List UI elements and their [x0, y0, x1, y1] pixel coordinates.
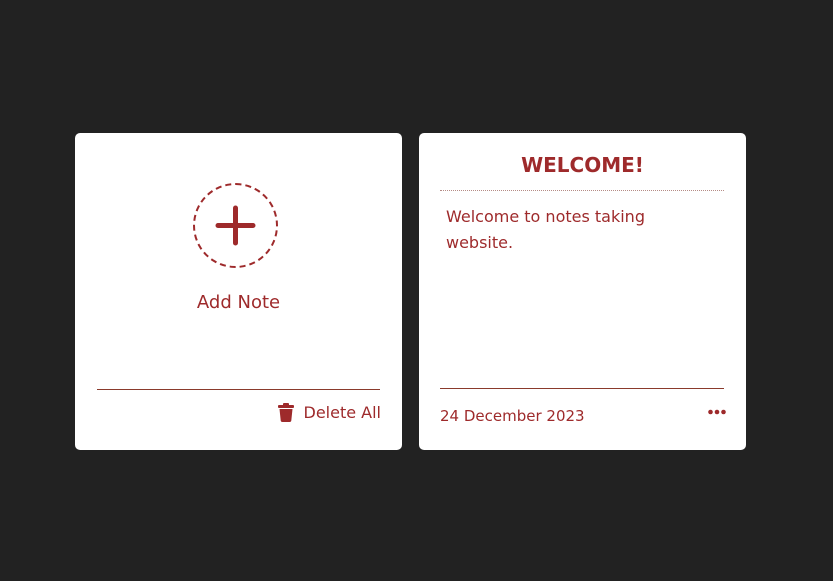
add-note-card: Add Note Delete All — [75, 133, 402, 450]
title-divider — [440, 190, 724, 191]
note-date: 24 December 2023 — [440, 407, 585, 425]
note-title: WELCOME! — [521, 153, 644, 177]
plus-icon — [215, 205, 256, 246]
delete-all-button[interactable]: Delete All — [277, 403, 382, 422]
more-horizontal-icon — [708, 409, 726, 415]
trash-icon — [277, 403, 294, 422]
delete-all-label: Delete All — [303, 403, 382, 422]
note-card: WELCOME! Welcome to notes taking website… — [419, 133, 746, 450]
add-note-button[interactable] — [193, 183, 278, 268]
note-menu-button[interactable] — [708, 409, 726, 415]
divider — [97, 389, 380, 390]
divider — [440, 388, 724, 389]
add-note-label[interactable]: Add Note — [75, 292, 402, 313]
note-body: Welcome to notes taking website. — [446, 207, 645, 252]
